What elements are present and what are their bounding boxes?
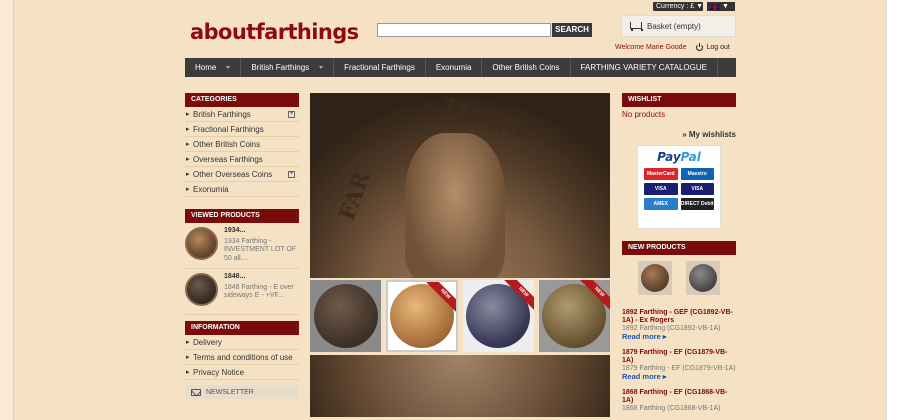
paypal-badge: PayPal MasterCard Maestro VISA VISA AMEX…: [637, 145, 721, 229]
paypal-logo-b: Pal: [680, 150, 701, 164]
nav-fractional-farthings[interactable]: Fractional Farthings: [334, 58, 426, 77]
product-thumbnail[interactable]: [310, 280, 382, 352]
hero-coin-image[interactable]: FAR THING: [310, 93, 610, 278]
new-product-item: 1892 Farthing - GEF (CG1892-VB-1A) - Ex …: [622, 309, 736, 341]
paypal-logo-a: Pay: [657, 150, 681, 164]
search-button[interactable]: SEARCH: [552, 23, 592, 37]
search-input[interactable]: [377, 23, 551, 37]
new-product-desc: 1868 Farthing (CG1868-VB-1A): [622, 405, 721, 412]
mastercard-icon: MasterCard: [644, 168, 678, 180]
coin-image: [641, 264, 669, 292]
basket-label: Basket (empty): [647, 21, 701, 31]
expand-icon[interactable]: +: [288, 111, 295, 118]
coin-image: [689, 264, 717, 292]
product-thumbnail[interactable]: NEW: [538, 280, 610, 352]
product-thumbnail[interactable]: [185, 273, 218, 306]
nav-british-farthings-label: British Farthings: [251, 63, 310, 72]
page-edge-right: [886, 0, 900, 420]
visa-icon: VISA: [644, 183, 678, 195]
new-product-thumbnails: [622, 255, 736, 301]
nav-home-label: Home: [195, 63, 217, 72]
category-label: Other Overseas Coins: [193, 170, 273, 179]
new-product-title[interactable]: 1868 Farthing - EF (CG1868-VB-1A): [622, 389, 736, 405]
information-heading: INFORMATION: [185, 321, 299, 335]
nav-variety-catalogue[interactable]: FARTHING VARIETY CATALOGUE: [571, 58, 718, 77]
newsletter-heading: NEWSLETTER: [185, 385, 299, 399]
nav-british-farthings[interactable]: British Farthings: [241, 58, 335, 77]
categories-heading: CATEGORIES: [185, 93, 299, 107]
maestro-icon: Maestro: [680, 168, 714, 180]
nav-home[interactable]: Home: [185, 58, 242, 77]
currency-select[interactable]: Currency : £ ▼: [653, 2, 703, 11]
main-content: FAR THING NEW NEW NEW: [310, 93, 610, 420]
product-thumbnail[interactable]: NEW: [386, 280, 458, 352]
paypal-logo: PayPal: [644, 150, 714, 164]
category-fractional-farthings[interactable]: Fractional Farthings: [185, 122, 299, 137]
category-overseas-farthings[interactable]: Overseas Farthings: [185, 152, 299, 167]
visa-debit-icon: VISA: [680, 183, 714, 195]
site-logo[interactable]: aboutfarthings: [190, 20, 359, 44]
new-products-heading: NEW PRODUCTS: [622, 241, 736, 255]
user-bar: Welcome Marie Goode Log out: [615, 43, 730, 51]
viewed-product[interactable]: 1934... 1934 Farthing - INVESTMENT LOT O…: [185, 223, 299, 269]
nav-other-british-coins[interactable]: Other British Coins: [482, 58, 571, 77]
nav-exonumia[interactable]: Exonumia: [426, 58, 483, 77]
product-thumbnail[interactable]: [686, 261, 720, 295]
secondary-coin-image[interactable]: [310, 355, 610, 417]
category-other-british-coins[interactable]: Other British Coins: [185, 137, 299, 152]
right-sidebar: WISHLIST No products » My wishlists PayP…: [622, 93, 736, 413]
category-label: British Farthings: [193, 110, 251, 119]
viewed-product-desc: 1934 Farthing - INVESTMENT LOT OF 50 all…: [224, 237, 297, 262]
logout-label: Log out: [706, 44, 730, 51]
my-wishlists-link[interactable]: » My wishlists: [622, 130, 736, 139]
coin-image: [313, 284, 378, 348]
read-more-link[interactable]: Read more ▸: [622, 333, 736, 341]
newsletter-label: NEWSLETTER: [206, 388, 254, 396]
language-select[interactable]: ▼: [707, 2, 735, 11]
info-privacy[interactable]: Privacy Notice: [185, 365, 299, 380]
product-thumbnail[interactable]: [638, 261, 672, 295]
mail-icon: [191, 388, 201, 396]
new-product-title[interactable]: 1892 Farthing - GEF (CG1892-VB-1A) - Ex …: [622, 309, 736, 325]
cart-icon: [628, 20, 643, 32]
language-select-caret: ▼: [722, 3, 729, 10]
category-exonumia[interactable]: Exonumia: [185, 182, 299, 197]
category-british-farthings[interactable]: British Farthings +: [185, 107, 299, 122]
product-thumbnails: NEW NEW NEW: [310, 280, 610, 352]
uk-flag-icon: [710, 3, 720, 10]
payment-cards: MasterCard Maestro VISA VISA AMEX DIRECT…: [644, 168, 714, 210]
read-more-link[interactable]: Read more ▸: [622, 373, 736, 381]
expand-icon[interactable]: +: [288, 171, 295, 178]
direct-debit-icon: DIRECT Debit: [680, 198, 714, 210]
britannia-figure: [405, 133, 505, 278]
viewed-products-heading: VIEWED PRODUCTS: [185, 209, 299, 223]
viewed-product-desc: 1848 Farthing - E over sideways E - +VF.…: [224, 283, 294, 300]
product-thumbnail[interactable]: [185, 227, 218, 260]
viewed-product-text: 1848... 1848 Farthing - E over sideways …: [224, 273, 299, 310]
viewed-product-text: 1934... 1934 Farthing - INVESTMENT LOT O…: [224, 227, 299, 264]
page-edge-left: [0, 0, 14, 420]
new-products: NEW PRODUCTS 1892 Farthing - GEF (CG1892…: [622, 241, 736, 413]
basket-widget[interactable]: Basket (empty): [621, 15, 736, 37]
info-delivery[interactable]: Delivery: [185, 335, 299, 350]
left-sidebar: CATEGORIES British Farthings + Fractiona…: [185, 93, 299, 399]
new-product-item: 1868 Farthing - EF (CG1868-VB-1A) 1868 F…: [622, 389, 736, 413]
wishlist-empty: No products: [622, 110, 666, 119]
new-product-item: 1879 Farthing - EF (CG1879-VB-1A) 1879 F…: [622, 349, 736, 381]
viewed-product[interactable]: 1848... 1848 Farthing - E over sideways …: [185, 269, 299, 315]
amex-icon: AMEX: [644, 198, 678, 210]
new-product-title[interactable]: 1879 Farthing - EF (CG1879-VB-1A): [622, 349, 736, 365]
viewed-product-title[interactable]: 1934...: [224, 227, 299, 236]
viewed-product-title[interactable]: 1848...: [224, 273, 299, 282]
main-nav: Home British Farthings Fractional Farthi…: [185, 58, 736, 77]
product-thumbnail[interactable]: NEW: [462, 280, 534, 352]
power-icon: [696, 43, 704, 51]
chevron-down-icon: [319, 66, 324, 69]
info-terms[interactable]: Terms and conditions of use: [185, 350, 299, 365]
chevron-down-icon: [226, 66, 231, 69]
wishlist-heading: WISHLIST: [622, 93, 736, 107]
logout-link[interactable]: Log out: [696, 43, 730, 51]
welcome-text: Welcome Marie Goode: [615, 44, 687, 51]
category-other-overseas-coins[interactable]: Other Overseas Coins +: [185, 167, 299, 182]
